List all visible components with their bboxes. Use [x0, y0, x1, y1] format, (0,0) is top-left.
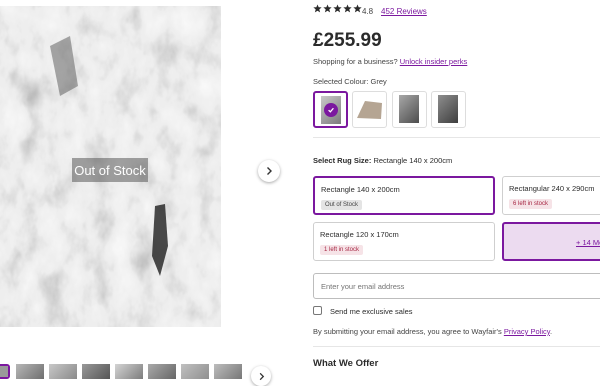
selected-colour-label: Selected Colour: Grey	[313, 77, 387, 86]
rug-size-label: Select Rug Size: Rectangle 140 x 200cm	[313, 156, 452, 165]
star-icon	[313, 4, 322, 13]
privacy-policy-link[interactable]: Privacy Policy	[504, 327, 550, 336]
colour-value: Grey	[370, 77, 387, 86]
divider	[313, 346, 600, 347]
what-we-offer-heading: What We Offer	[313, 358, 379, 369]
thumbnail[interactable]	[115, 364, 143, 379]
reviews-link[interactable]: 452 Reviews	[381, 7, 427, 16]
next-image-button[interactable]	[258, 160, 280, 182]
chevron-right-icon	[259, 372, 264, 380]
out-of-stock-overlay: Out of Stock	[72, 158, 148, 182]
consent-suffix: .	[549, 327, 553, 336]
price: £255.99	[313, 30, 382, 51]
colour-swatch-beige[interactable]	[352, 91, 387, 128]
exclusive-sales-checkbox[interactable]	[313, 306, 322, 315]
star-icon	[353, 4, 362, 13]
exclusive-sales-label: Send me exclusive sales	[330, 307, 413, 316]
colour-prefix: Selected Colour:	[313, 77, 369, 86]
star-icon	[323, 4, 332, 13]
thumbnail[interactable]	[0, 364, 10, 379]
more-sizes-label: + 14 More	[576, 238, 600, 247]
rating-stars	[313, 4, 362, 13]
thumbnail[interactable]	[82, 364, 110, 379]
chevron-right-icon	[267, 167, 272, 175]
consent-text: By submitting your email address, you ag…	[313, 327, 552, 336]
business-perks-link[interactable]: Unlock insider perks	[400, 57, 468, 66]
checkmark-icon	[328, 107, 334, 113]
consent-prefix: By submitting your email address, you ag…	[313, 327, 502, 336]
star-icon	[333, 4, 342, 13]
size-option[interactable]: Rectangle 140 x 200cm Out of Stock	[313, 176, 495, 215]
thumbnail[interactable]	[181, 364, 209, 379]
size-label-prefix: Select Rug Size:	[313, 156, 372, 165]
thumbnail[interactable]	[49, 364, 77, 379]
thumbnail[interactable]	[16, 364, 44, 379]
stock-badge: Out of Stock	[321, 200, 363, 210]
size-label-value: Rectangle 140 x 200cm	[373, 156, 453, 165]
size-option[interactable]: Rectangular 240 x 290cm 6 left in stock	[502, 176, 600, 215]
stock-badge: 1 left in stock	[320, 245, 364, 255]
next-thumbnails-button[interactable]	[251, 366, 271, 386]
size-option-name: Rectangle 140 x 200cm	[321, 185, 400, 194]
divider	[313, 137, 600, 138]
email-input[interactable]	[313, 273, 600, 299]
size-option[interactable]: Rectangle 120 x 170cm 1 left in stock	[313, 222, 495, 261]
more-sizes-button[interactable]: + 14 More	[502, 222, 600, 261]
colour-swatch-charcoal[interactable]	[431, 91, 466, 128]
business-note: Shopping for a business? Unlock insider …	[313, 57, 467, 66]
colour-swatch-dark-grey[interactable]	[392, 91, 427, 128]
beige-rug-thumb	[357, 101, 382, 119]
thumbnail[interactable]	[148, 364, 176, 379]
rating-value: 4.8	[362, 7, 374, 16]
size-option-name: Rectangle 120 x 170cm	[320, 230, 399, 239]
colour-swatch-grey[interactable]	[313, 91, 348, 128]
star-icon	[343, 4, 352, 13]
checkmark-badge	[324, 103, 338, 117]
business-prefix: Shopping for a business?	[313, 57, 398, 66]
size-option-name: Rectangular 240 x 290cm	[509, 184, 595, 193]
thumbnail[interactable]	[214, 364, 242, 379]
stock-badge: 6 left in stock	[509, 199, 553, 209]
